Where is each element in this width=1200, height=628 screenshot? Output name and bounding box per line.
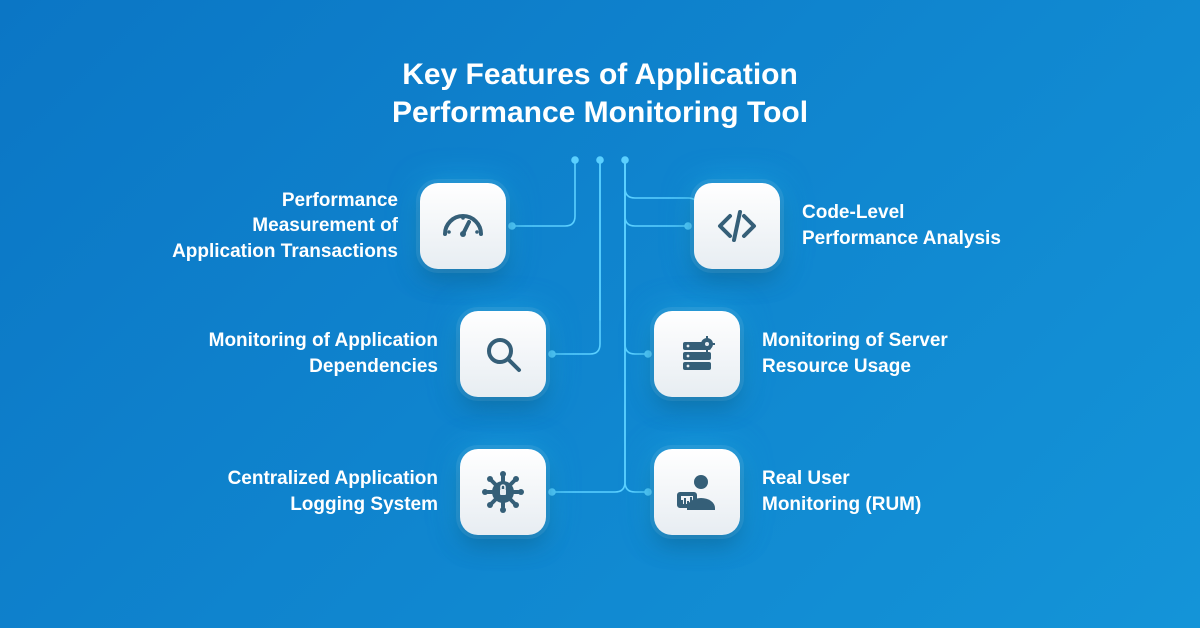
gauge-icon (420, 183, 506, 269)
feature-label: Centralized Application Logging System (158, 466, 438, 517)
feature-code-level: Code-Level Performance Analysis (694, 183, 1082, 269)
user-monitor-icon (654, 449, 740, 535)
page-title: Key Features of Application Performance … (392, 56, 808, 131)
feature-label: Performance Measurement of Application T… (118, 188, 398, 265)
server-gear-icon (654, 311, 740, 397)
feature-dependencies: Monitoring of Application Dependencies (158, 311, 546, 397)
feature-performance-transactions: Performance Measurement of Application T… (118, 183, 506, 269)
network-lock-icon (460, 449, 546, 535)
feature-label: Monitoring of Server Resource Usage (762, 328, 1042, 379)
search-icon (460, 311, 546, 397)
feature-label: Monitoring of Application Dependencies (158, 328, 438, 379)
feature-server-usage: Monitoring of Server Resource Usage (654, 311, 1042, 397)
feature-rum: Real User Monitoring (RUM) (654, 449, 1042, 535)
feature-label: Code-Level Performance Analysis (802, 200, 1082, 251)
feature-logging: Centralized Application Logging System (158, 449, 546, 535)
feature-label: Real User Monitoring (RUM) (762, 466, 1042, 517)
code-icon (694, 183, 780, 269)
